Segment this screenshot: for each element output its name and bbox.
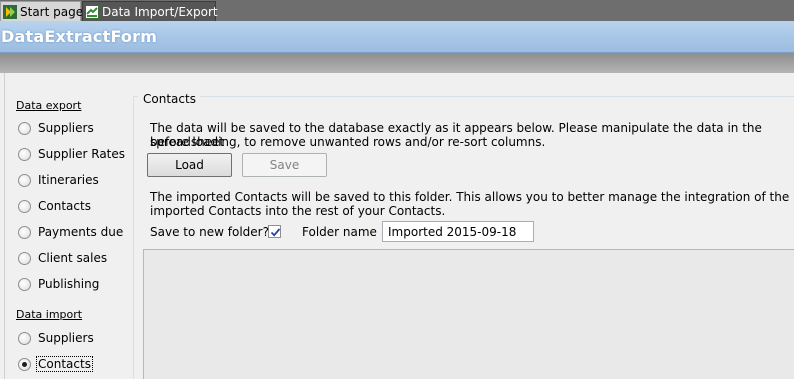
- radio-label: Contacts: [38, 199, 91, 213]
- section-title-data-import: Data import: [16, 308, 83, 321]
- save-to-new-folder-checkbox[interactable]: [268, 225, 281, 238]
- radio-export-contacts[interactable]: Contacts: [18, 197, 92, 215]
- radio-button[interactable]: [18, 147, 31, 161]
- radio-export-payments-due[interactable]: Payments due: [18, 223, 124, 241]
- radio-import-contacts[interactable]: Contacts: [18, 355, 93, 373]
- page-title: DataExtractForm: [1, 27, 158, 46]
- start-page-icon: [3, 4, 17, 19]
- radio-label: Payments due: [38, 225, 124, 239]
- radio-export-suppliers[interactable]: Suppliers: [18, 119, 95, 137]
- radio-button[interactable]: [18, 173, 31, 187]
- save-button[interactable]: Save: [242, 153, 327, 177]
- radio-button[interactable]: [18, 199, 31, 213]
- tab-data-import-export[interactable]: Data Import/Export: [82, 1, 218, 21]
- radio-button[interactable]: [18, 121, 31, 135]
- radio-export-itineraries[interactable]: Itineraries: [18, 171, 100, 189]
- radio-export-supplier-rates[interactable]: Supplier Rates: [18, 145, 126, 163]
- radio-label: Client sales: [38, 251, 108, 265]
- radio-button[interactable]: [18, 251, 31, 265]
- intro-text-line-2: before loading, to remove unwanted rows …: [150, 135, 546, 149]
- radio-label: Suppliers: [38, 121, 94, 135]
- radio-button[interactable]: [18, 277, 31, 291]
- folder-name-input[interactable]: [382, 221, 534, 242]
- document-tab-strip: Start page Data Import/Export: [0, 0, 794, 21]
- header-separator: [0, 53, 794, 73]
- radio-label: Publishing: [38, 277, 100, 291]
- tab-label: Data Import/Export: [102, 4, 218, 19]
- group-title: Contacts: [138, 92, 200, 106]
- folder-name-label: Folder name: [302, 225, 377, 239]
- section-title-data-export: Data export: [16, 99, 82, 112]
- radio-export-publishing[interactable]: Publishing: [18, 275, 100, 293]
- data-import-export-icon: [85, 4, 99, 19]
- tab-label: Start page: [20, 4, 84, 19]
- radio-label: Suppliers: [38, 331, 94, 345]
- spreadsheet-area[interactable]: [143, 249, 794, 379]
- radio-import-suppliers[interactable]: Suppliers: [18, 329, 95, 347]
- radio-label: Supplier Rates: [38, 147, 126, 161]
- load-button[interactable]: Load: [147, 153, 232, 177]
- radio-button[interactable]: [18, 225, 31, 239]
- save-to-new-folder-label: Save to new folder?: [150, 225, 269, 239]
- folder-text-line-1: The imported Contacts will be saved to t…: [150, 190, 790, 204]
- tab-start-page[interactable]: Start page: [0, 1, 84, 21]
- form-header: DataExtractForm: [0, 21, 794, 53]
- radio-button[interactable]: [18, 331, 31, 345]
- checkmark-icon: [270, 228, 281, 237]
- folder-text-line-2: imported Contacts into the rest of your …: [150, 204, 446, 218]
- radio-button-selected[interactable]: [18, 357, 31, 371]
- radio-label: Contacts: [36, 356, 93, 372]
- radio-label: Itineraries: [38, 173, 99, 187]
- content-panel: Data export Suppliers Supplier Rates Iti…: [4, 73, 794, 379]
- radio-export-client-sales[interactable]: Client sales: [18, 249, 108, 267]
- sidebar: Data export Suppliers Supplier Rates Iti…: [5, 73, 133, 379]
